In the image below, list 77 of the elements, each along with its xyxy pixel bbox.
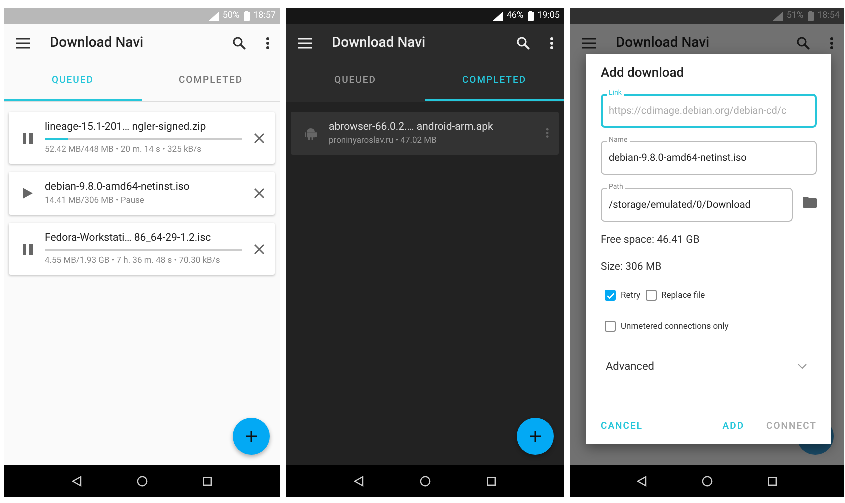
- close-icon: [254, 244, 265, 255]
- pause-icon: [23, 132, 33, 144]
- play-button[interactable]: [23, 188, 33, 200]
- app-title: Download Navi: [616, 35, 711, 51]
- text-input[interactable]: debian-9.8.0-amd64-netinst.iso: [609, 152, 809, 164]
- folder-button[interactable]: [803, 197, 817, 208]
- recents-icon[interactable]: [768, 476, 777, 486]
- battery-icon: [808, 11, 814, 21]
- download-card[interactable]: Fedora-Workstati… 86_64-29-1.2.isc 4.55 MB/1.93 GB • 7 h. 36 m. 48 s • 70.30 kB/s: [9, 223, 275, 276]
- file-name: debian-9.8.0-amd64-netinst.iso: [45, 180, 191, 194]
- download-card[interactable]: abrowser-66.0.2.… android-arm.apk proninyaroslav.ru • 47.02 MB: [291, 112, 559, 156]
- file-name: abrowser-66.0.2.… android-arm.apk: [329, 120, 494, 133]
- more-icon[interactable]: [266, 36, 270, 50]
- search-icon[interactable]: [233, 36, 246, 50]
- free-space-text: Free space: 46.41 GB: [601, 232, 701, 248]
- checkbox-label: Replace file: [662, 290, 706, 300]
- folder-icon: [803, 197, 817, 208]
- close-icon: [254, 188, 265, 200]
- checkbox[interactable]: [605, 290, 616, 301]
- app-title: Download Navi: [332, 35, 427, 51]
- text-input[interactable]: https://cdimage.debian.org/debian-cd/c: [609, 106, 809, 116]
- app-title: Download Navi: [50, 35, 145, 51]
- battery-level: 51%: [786, 11, 804, 21]
- plus-icon: [246, 431, 257, 442]
- recents-icon[interactable]: [203, 476, 212, 486]
- chevron-icon: [798, 364, 807, 369]
- home-icon[interactable]: [420, 476, 431, 486]
- pause-icon: [23, 244, 33, 255]
- close-button[interactable]: [254, 132, 265, 144]
- download-card[interactable]: lineage-15.1-201… ngler-signed.zip 52.42 MB/448 MB • 20 m. 14 s • 325 kB/s: [9, 112, 275, 164]
- clock-time: 18:57: [254, 11, 276, 21]
- more-icon[interactable]: [550, 36, 554, 50]
- tab[interactable]: COMPLETED: [425, 62, 564, 101]
- pause-button[interactable]: [23, 132, 33, 144]
- battery-level: 46%: [506, 11, 524, 21]
- home-icon[interactable]: [702, 476, 713, 486]
- download-info: proninyaroslav.ru • 47.02 MB: [329, 136, 438, 148]
- tab[interactable]: COMPLETED: [142, 62, 280, 101]
- back-icon[interactable]: [354, 476, 364, 486]
- close-button[interactable]: [254, 188, 265, 200]
- battery-icon: [244, 11, 250, 21]
- battery-level: 50%: [222, 11, 240, 21]
- checkbox-label: Unmetered connections only: [621, 322, 729, 332]
- pause-button[interactable]: [23, 244, 33, 255]
- size-text: Size: 306 MB: [601, 259, 663, 275]
- signal-icon: [492, 12, 503, 20]
- play-icon: [23, 188, 33, 200]
- add-button[interactable]: [233, 418, 270, 455]
- checkbox-label: Retry: [621, 290, 641, 300]
- close-icon: [254, 132, 265, 144]
- clock-time: 19:05: [538, 11, 560, 21]
- close-button[interactable]: [254, 244, 265, 255]
- signal-icon: [772, 12, 783, 20]
- advanced-expander[interactable]: Advanced: [601, 346, 817, 387]
- recents-icon[interactable]: [487, 476, 496, 486]
- dialog-title: Add download: [601, 66, 686, 81]
- checkbox[interactable]: [646, 290, 657, 301]
- tab[interactable]: QUEUED: [286, 62, 425, 101]
- file-name: Fedora-Workstati… 86_64-29-1.2.isc: [45, 231, 212, 244]
- clock-time: 18:54: [818, 11, 840, 21]
- back-icon[interactable]: [637, 476, 648, 486]
- text-input[interactable]: /storage/emulated/0/Download: [609, 200, 785, 210]
- file-name: lineage-15.1-201… ngler-signed.zip: [45, 120, 208, 133]
- battery-icon: [528, 11, 534, 21]
- home-icon[interactable]: [136, 476, 148, 486]
- download-info: 4.55 MB/1.93 GB • 7 h. 36 m. 48 s • 70.30 kB/s: [45, 256, 222, 268]
- android-icon: [305, 127, 317, 140]
- download-info: 14.41 MB/306 MB • Pause: [45, 196, 146, 208]
- menu-icon[interactable]: [16, 38, 30, 48]
- checkbox[interactable]: [605, 321, 616, 332]
- plus-icon: [530, 431, 541, 442]
- download-info: 52.42 MB/448 MB • 20 m. 14 s • 325 kB/s: [45, 145, 202, 156]
- download-card[interactable]: debian-9.8.0-amd64-netinst.iso 14.41 MB/306 MB • Pause: [9, 172, 275, 216]
- back-icon[interactable]: [72, 476, 82, 486]
- signal-icon: [208, 12, 219, 20]
- search-icon[interactable]: [517, 36, 530, 50]
- add-button[interactable]: [517, 418, 554, 455]
